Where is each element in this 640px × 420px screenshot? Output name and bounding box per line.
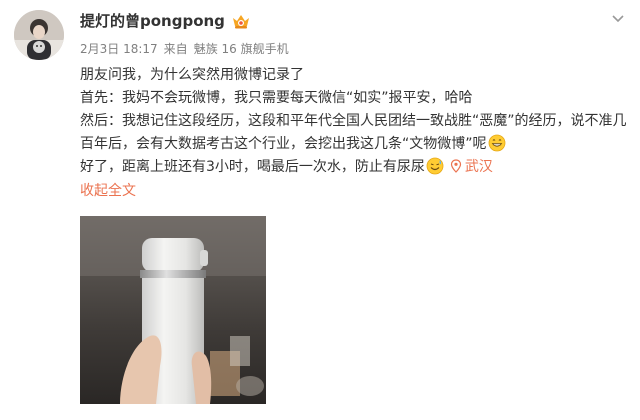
- avatar[interactable]: [14, 10, 64, 60]
- post-line: 然后：我想记住这段经历，这段和平年代全国人民团结一致战胜“恶魔”的经历，说不准几…: [80, 110, 630, 156]
- grin-emoji-icon: [488, 134, 506, 152]
- location-pin-icon: [450, 158, 462, 173]
- chevron-down-icon[interactable]: [610, 10, 626, 26]
- collapse-button[interactable]: 收起全文: [80, 180, 136, 203]
- post-text: 朋友问我，为什么突然用微博记录了 首先：我妈不会玩微博，我只需要每天微信“如实”…: [80, 64, 630, 203]
- device-name[interactable]: 魅族 16 旗舰手机: [194, 40, 289, 57]
- thermos-photo-image: [80, 216, 266, 404]
- vip-crown-icon[interactable]: [231, 12, 251, 30]
- post-time[interactable]: 2月3日 18:17: [80, 40, 158, 57]
- sweat-smile-emoji-icon: [426, 157, 444, 175]
- post-meta: 2月3日 18:17 来自 魅族 16 旗舰手机: [80, 40, 289, 57]
- location-label: 武汉: [464, 159, 493, 175]
- post-line-text: 好了，距离上班还有3小时，喝最后一次水，防止有尿尿: [80, 159, 425, 175]
- post-line-text: 然后：我想记住这段经历，这段和平年代全国人民团结一致战胜“恶魔”的经历，说不准几…: [80, 113, 627, 152]
- username[interactable]: 提灯的曾pongpong: [80, 10, 225, 31]
- post-line: 朋友问我，为什么突然用微博记录了: [80, 67, 304, 83]
- post-line: 首先：我妈不会玩微博，我只需要每天微信“如实”报平安，哈哈: [80, 90, 473, 106]
- post-line: 好了，距离上班还有3小时，喝最后一次水，防止有尿尿 武汉: [80, 156, 630, 179]
- location-link[interactable]: 武汉: [450, 159, 493, 175]
- avatar-photo-icon: [14, 10, 64, 60]
- from-label: 来自: [163, 42, 188, 56]
- post-photo[interactable]: [80, 216, 266, 404]
